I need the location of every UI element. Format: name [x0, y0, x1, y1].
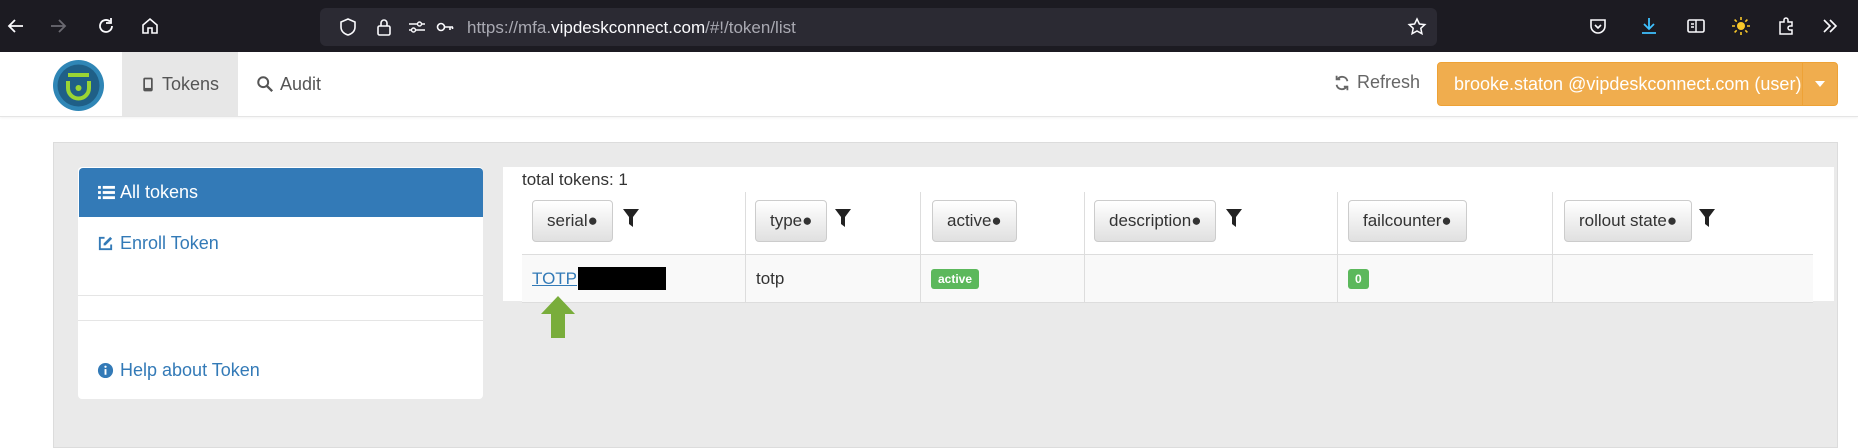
redacted-block — [578, 267, 667, 290]
failcounter-badge[interactable]: 0 — [1348, 268, 1369, 289]
reload-icon[interactable] — [90, 10, 122, 42]
overflow-menu-icon[interactable] — [1814, 10, 1846, 42]
enroll-token-label: Enroll Token — [120, 233, 219, 253]
url-text[interactable]: https://mfa.vipdeskconnect.com/#!/token/… — [467, 18, 796, 38]
app-navbar: Tokens Audit Refresh brooke.staton @vipd… — [0, 52, 1858, 117]
sort-failcounter-button[interactable]: failcounter● — [1348, 200, 1467, 242]
column-header-active: active● — [920, 192, 1084, 254]
extensions-icon[interactable] — [1770, 10, 1802, 42]
cell-rollout-state — [1552, 255, 1813, 302]
sidebar-item-help[interactable]: Help about Token — [97, 360, 260, 381]
column-header-description: description● — [1084, 192, 1337, 254]
permissions-icon[interactable] — [407, 17, 427, 37]
info-icon — [97, 362, 114, 379]
sort-active-button[interactable]: active● — [932, 200, 1017, 242]
tab-tokens-label: Tokens — [162, 73, 220, 94]
back-arrow-icon[interactable] — [0, 10, 32, 42]
total-tokens: total tokens: 1 — [522, 170, 628, 189]
sidebar-divider — [78, 320, 483, 321]
reader-view-icon[interactable] — [1680, 10, 1712, 42]
help-label: Help about Token — [120, 360, 260, 380]
forward-arrow-icon[interactable] — [42, 10, 74, 42]
list-icon — [98, 185, 115, 200]
mobile-icon — [143, 77, 153, 91]
sort-rollout-state-button[interactable]: rollout state● — [1564, 200, 1693, 242]
browser-toolbar: https://mfa.vipdeskconnect.com/#!/token/… — [0, 0, 1858, 52]
column-header-type: type● — [745, 192, 920, 254]
dropdown-caret-icon[interactable] — [1802, 63, 1837, 105]
cell-type: totp — [745, 255, 920, 302]
user-label: brooke.staton @vipdeskconnect.com (user) — [1454, 74, 1802, 94]
tab-tokens[interactable]: Tokens — [122, 52, 238, 116]
lock-icon[interactable] — [374, 17, 394, 37]
active-badge[interactable]: active — [931, 268, 980, 289]
column-header-serial: serial● — [522, 192, 745, 254]
sidebar-item-enroll-token[interactable]: Enroll Token — [97, 233, 219, 254]
cell-failcounter: 0 — [1337, 255, 1552, 302]
refresh-icon — [1335, 75, 1349, 90]
home-icon[interactable] — [134, 10, 166, 42]
tab-audit-label: Audit — [280, 73, 322, 94]
cell-serial: TOTP — [522, 255, 745, 302]
download-icon[interactable] — [1633, 10, 1665, 42]
sort-type-button[interactable]: type● — [755, 200, 828, 242]
user-menu-button[interactable]: brooke.staton @vipdeskconnect.com (user) — [1437, 62, 1838, 106]
pocket-icon[interactable] — [1582, 10, 1614, 42]
shield-icon[interactable] — [338, 17, 358, 37]
up-arrow-annotation-icon — [541, 296, 575, 338]
refresh-label: Refresh — [1357, 72, 1421, 92]
serial-link[interactable]: TOTP — [532, 269, 577, 289]
filter-icon[interactable] — [1226, 209, 1242, 227]
filter-icon[interactable] — [623, 209, 639, 227]
filter-icon[interactable] — [835, 209, 851, 227]
filter-icon[interactable] — [1699, 209, 1715, 227]
cell-active: active — [920, 255, 1084, 302]
table-row: TOTP totp active 0 — [522, 254, 1813, 303]
address-bar[interactable]: https://mfa.vipdeskconnect.com/#!/token/… — [320, 8, 1437, 46]
sidebar-item-all-tokens[interactable]: All tokens — [79, 168, 483, 217]
sun-theme-icon[interactable] — [1725, 10, 1757, 42]
all-tokens-label: All tokens — [120, 182, 199, 202]
cell-description — [1084, 255, 1337, 302]
edit-icon — [98, 236, 113, 251]
column-header-failcounter: failcounter● — [1337, 192, 1552, 254]
privacyidea-logo-icon — [57, 64, 100, 107]
search-icon — [257, 76, 274, 93]
key-icon[interactable] — [435, 17, 455, 37]
tab-audit[interactable]: Audit — [256, 52, 321, 116]
refresh-button[interactable]: Refresh — [1333, 72, 1420, 93]
app-logo[interactable] — [53, 60, 104, 111]
column-header-rollout-state: rollout state● — [1552, 192, 1813, 254]
sort-description-button[interactable]: description● — [1094, 200, 1217, 242]
sort-serial-button[interactable]: serial● — [532, 200, 613, 242]
sidebar-divider — [78, 295, 483, 296]
bookmark-star-icon[interactable] — [1407, 17, 1427, 37]
